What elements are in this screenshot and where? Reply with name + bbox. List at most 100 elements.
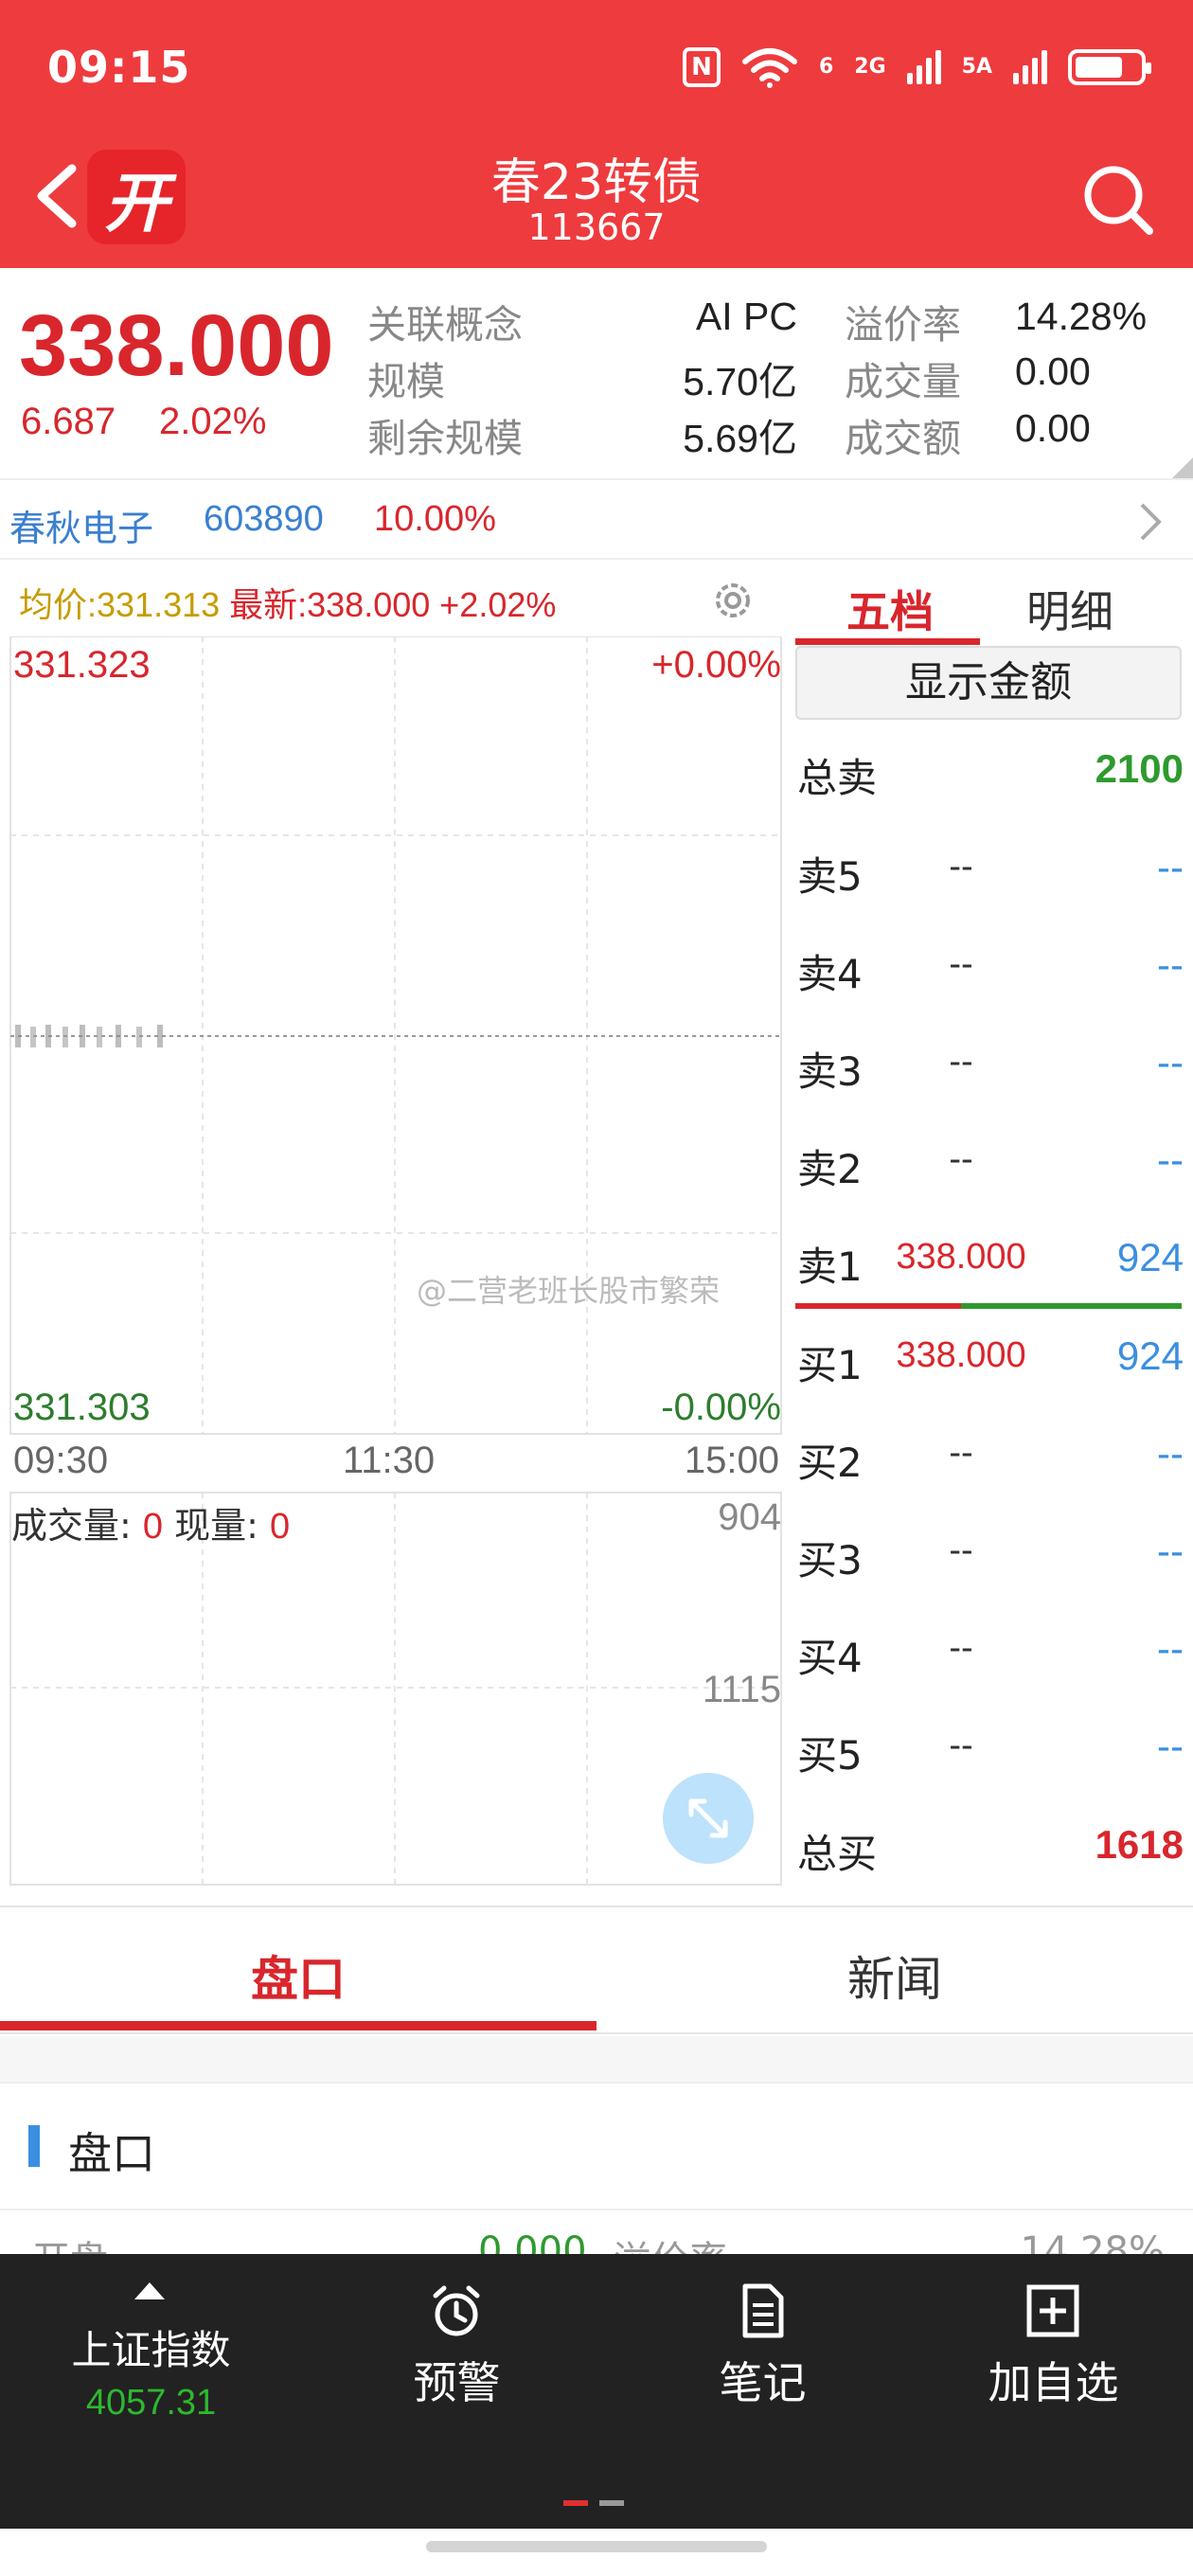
bid-volume: -- <box>1157 1529 1184 1573</box>
current-volume-value: 0 <box>270 1507 291 1547</box>
expand-chart-button[interactable] <box>663 1773 754 1864</box>
section-peek-row: 开盘 0.000 溢价率 14.28% <box>0 2212 1193 2254</box>
ask-label: 卖3 <box>797 1048 863 1095</box>
intraday-chart <box>9 636 782 1886</box>
x-axis-label-start: 09:30 <box>13 1440 109 1481</box>
ask-row-1[interactable]: 卖1 338.000 924 <box>795 1220 1184 1296</box>
bid-price: -- <box>949 1433 973 1473</box>
watermark: @二营老班长股市繁荣 <box>417 1273 721 1309</box>
bid-price: -- <box>949 1530 973 1570</box>
ask-price: -- <box>949 847 973 886</box>
ask-row-5[interactable]: 卖5 -- -- <box>795 830 1184 905</box>
remaining-scale-label: 剩余规模 <box>367 416 523 461</box>
tab-details[interactable]: 明细 <box>980 578 1160 640</box>
content-tabs: 盘口 新闻 <box>0 1905 1193 2034</box>
nav-index-label: 上证指数 <box>71 2327 231 2373</box>
search-icon[interactable] <box>1079 161 1155 237</box>
signal-icon-1 <box>906 50 941 84</box>
ask-price: -- <box>949 944 973 984</box>
amount-value: 0.00 <box>1015 406 1091 450</box>
battery-icon <box>1068 49 1151 85</box>
chart-header: 均价:331.313 最新:338.000 +2.02% <box>19 578 556 627</box>
nav-notes-button[interactable]: 笔记 <box>614 2254 912 2491</box>
bid-volume: -- <box>1157 1431 1184 1476</box>
latest-price-label: 最新:338.000 +2.02% <box>229 585 557 624</box>
tab-market-depth[interactable]: 盘口 <box>0 1941 596 2010</box>
signal-icon-2 <box>1013 50 1047 84</box>
volume-value: 0 <box>142 1507 164 1547</box>
current-volume-label: 现量: <box>174 1505 258 1547</box>
home-indicator[interactable] <box>426 2541 767 2552</box>
quote-summary: 338.000 6.687 2.02% 关联概念 AI PC 规模 5.70亿 … <box>0 268 1193 478</box>
volume-axis-max: 904 <box>718 1496 781 1538</box>
premium-label: 溢价率 <box>845 302 961 348</box>
bid-row-2[interactable]: 买2 -- -- <box>795 1416 1184 1492</box>
bid-row-4[interactable]: 买4 -- -- <box>795 1611 1184 1687</box>
network-label-2: 2G <box>854 55 886 79</box>
ask-volume: 924 <box>1116 1235 1184 1279</box>
bid-price: -- <box>949 1726 973 1765</box>
section-title: 盘口 <box>68 2128 155 2179</box>
bid-label: 买1 <box>797 1342 863 1388</box>
peek-premium-label: 溢价率 <box>614 2229 727 2254</box>
expand-icon <box>688 1798 728 1838</box>
status-time: 09:15 <box>47 42 191 93</box>
total-buy-row: 总买 1618 <box>795 1807 1184 1883</box>
bid-label: 买5 <box>797 1732 863 1779</box>
nav-add-label: 加自选 <box>988 2357 1119 2408</box>
note-icon <box>742 2283 784 2338</box>
price-change-pct: 2.02% <box>159 401 267 442</box>
ask-label: 卖5 <box>797 853 863 900</box>
ask-label: 卖4 <box>797 951 863 997</box>
bid-volume: -- <box>1157 1724 1184 1768</box>
scale-label: 规模 <box>367 359 445 404</box>
price-change: 6.687 <box>21 401 116 442</box>
bid-price: -- <box>949 1628 973 1668</box>
bid-row-5[interactable]: 买5 -- -- <box>795 1708 1184 1784</box>
underlying-change-pct: 10.00% <box>374 499 496 539</box>
total-buy-label: 总买 <box>797 1831 878 1877</box>
tab-news[interactable]: 新闻 <box>596 1941 1193 2010</box>
network-label-3: 5A <box>961 55 992 79</box>
section-spacer <box>0 2036 1193 2082</box>
nav-alert-button[interactable]: 预警 <box>308 2254 606 2491</box>
network-label-1: 6 <box>818 55 834 79</box>
nav-index-value: 4057.31 <box>85 2383 217 2423</box>
gear-icon[interactable] <box>708 576 757 625</box>
bid-label: 买3 <box>797 1537 863 1583</box>
bid-row-3[interactable]: 买3 -- -- <box>795 1513 1184 1589</box>
page-title: 春23转债 <box>490 154 703 211</box>
ask-price: -- <box>949 1042 973 1082</box>
ask-label: 卖1 <box>797 1243 863 1290</box>
ask-row-3[interactable]: 卖3 -- -- <box>795 1025 1184 1100</box>
nav-add-watchlist-button[interactable]: 加自选 <box>904 2254 1193 2491</box>
nav-index-button[interactable]: 上证指数 4057.31 <box>2 2254 300 2491</box>
total-sell-volume: 2100 <box>1095 746 1184 791</box>
volume-label: 成交量: <box>11 1505 132 1547</box>
avg-price-label: 均价:331.313 <box>19 585 221 624</box>
orderbook-tab-underline <box>795 638 980 645</box>
underlying-code: 603890 <box>204 499 324 539</box>
bid-row-1[interactable]: 买1 338.000 924 <box>795 1318 1184 1394</box>
ask-volume: -- <box>1157 845 1184 889</box>
bid-label: 买4 <box>797 1635 863 1681</box>
underlying-stock-row[interactable]: 春秋电子 603890 10.00% <box>0 478 1193 560</box>
show-amount-button[interactable]: 显示金额 <box>795 646 1182 720</box>
concept-label: 关联概念 <box>367 302 523 348</box>
pct-axis-top-label: +0.00% <box>651 644 781 686</box>
total-sell-row: 总卖 2100 <box>795 731 1184 807</box>
bid-volume: 924 <box>1116 1333 1184 1378</box>
ask-row-2[interactable]: 卖2 -- -- <box>795 1122 1184 1198</box>
ask-row-4[interactable]: 卖4 -- -- <box>795 927 1184 1003</box>
gesture-area <box>0 2529 1193 2576</box>
last-price: 338.000 <box>19 297 334 394</box>
y-axis-bottom-label: 331.303 <box>13 1386 151 1428</box>
x-axis-label-mid: 11:30 <box>343 1440 436 1481</box>
ask-price: -- <box>949 1139 973 1179</box>
tab-five-levels[interactable]: 五档 <box>800 578 980 640</box>
y-axis-top-label: 331.323 <box>13 644 151 686</box>
content-tab-underline <box>0 2021 596 2030</box>
ask-volume: -- <box>1157 1137 1184 1182</box>
volume-header: 成交量: 0 现量: 0 <box>11 1496 290 1548</box>
ask-price: 338.000 <box>896 1237 1026 1277</box>
